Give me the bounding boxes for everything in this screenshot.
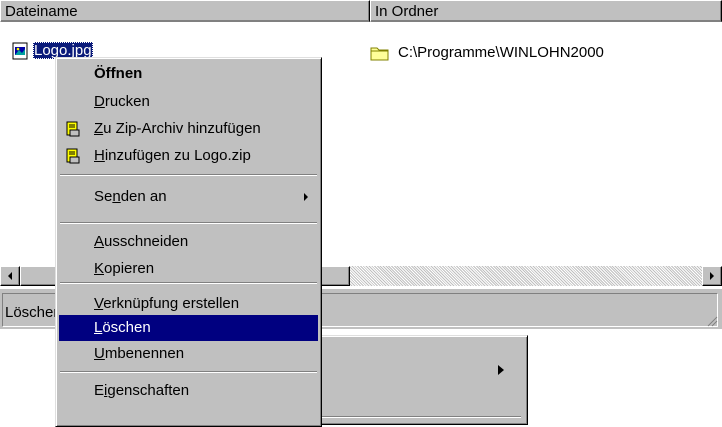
folder-cell: C:\Programme\WINLOHN2000 [398, 44, 604, 61]
menu-item-verknüpfung-erstellen[interactable]: Verknüpfung erstellen [59, 291, 318, 317]
submenu-arrow-icon [304, 193, 308, 201]
menu-item-label: Eigenschaften [94, 382, 190, 399]
menu-item-label: Öffnen [94, 65, 143, 82]
menu-item-label: Verknüpfung erstellen [94, 295, 240, 312]
column-header-filename[interactable]: Dateiname [0, 0, 370, 22]
menu-item-label: Löschen [94, 319, 151, 336]
file-icon[interactable] [12, 42, 30, 64]
menu-item-öffnen[interactable]: Öffnen [59, 61, 318, 87]
menu-item-label: Hinzufügen zu Logo.zip [94, 147, 251, 164]
menu-item-label: Ausschneiden [94, 233, 189, 250]
menu-item-label: Senden an [94, 188, 167, 205]
scroll-left-button[interactable] [0, 266, 20, 286]
column-header-folder[interactable]: In Ordner [370, 0, 722, 22]
menu-separator [60, 222, 317, 224]
scroll-right-button[interactable] [702, 266, 722, 286]
menu-item-senden-an[interactable]: Senden an [59, 184, 318, 210]
winzip-icon [66, 148, 80, 164]
scroll-track[interactable] [350, 266, 702, 286]
menu-item-label: Drucken [94, 93, 150, 110]
submenu-panel [310, 335, 528, 425]
menu-item-label: Zu Zip-Archiv hinzufügen [94, 120, 261, 137]
menu-item-ausschneiden[interactable]: Ausschneiden [59, 229, 318, 255]
submenu-arrow-icon [498, 365, 504, 375]
menu-item-eigenschaften[interactable]: Eigenschaften [59, 378, 318, 404]
column-header-folder-label: In Ordner [375, 3, 439, 20]
menu-item-drucken[interactable]: Drucken [59, 89, 318, 115]
menu-item-label: Kopieren [94, 260, 155, 277]
menu-item-hinzufügen-zu-logo-zip[interactable]: Hinzufügen zu Logo.zip [59, 143, 318, 169]
menu-separator [60, 371, 317, 373]
column-header-filename-label: Dateiname [5, 3, 78, 20]
arrow-right-icon [710, 272, 714, 280]
arrow-left-icon [8, 272, 12, 280]
menu-item-umbenennen[interactable]: Umbenennen [59, 341, 318, 367]
list-header: Dateiname In Ordner [0, 0, 722, 22]
folder-icon [370, 45, 390, 65]
resize-grip-icon[interactable] [706, 315, 718, 327]
menu-item-kopieren[interactable]: Kopieren [59, 256, 318, 282]
jpg-file-icon [12, 42, 28, 60]
submenu-separator [315, 416, 521, 418]
menu-separator [60, 282, 317, 284]
winzip-icon [66, 121, 80, 137]
context-menu: Öffnen Drucken Zu Zip-Archiv hinzufügen Hin… [55, 57, 322, 427]
menu-separator [60, 174, 317, 176]
menu-item-löschen[interactable]: Löschen [59, 315, 318, 341]
menu-item-label: Umbenennen [94, 345, 185, 362]
menu-item-zu-zip-archiv-hinzufügen[interactable]: Zu Zip-Archiv hinzufügen [59, 116, 318, 142]
